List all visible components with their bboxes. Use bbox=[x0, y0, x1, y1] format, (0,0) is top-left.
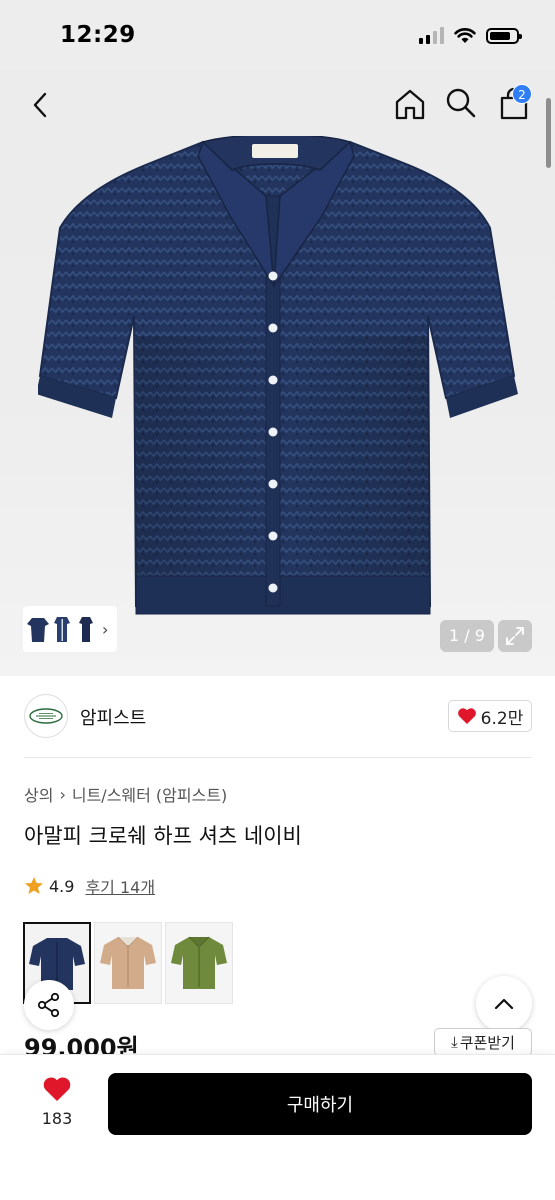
product-title: 아말피 크로쉐 하프 셔츠 네이비 bbox=[24, 824, 302, 848]
thumbnail-image-3[interactable] bbox=[75, 614, 97, 644]
star-icon bbox=[25, 877, 43, 894]
rating-score: 4.9 bbox=[49, 876, 75, 896]
color-option-olive[interactable] bbox=[165, 922, 233, 1004]
product-price: 99,000원 bbox=[24, 1034, 139, 1054]
shop-name[interactable]: 암피스트 bbox=[80, 704, 146, 730]
color-option-beige-image bbox=[95, 923, 161, 1003]
wish-count: 183 bbox=[41, 1109, 73, 1128]
rating-row: 4.9 후기 14개 bbox=[24, 874, 155, 898]
status-bar: 12:29 bbox=[0, 0, 555, 70]
scrollbar[interactable] bbox=[546, 98, 551, 168]
product-gallery[interactable]: 2 › 1 / 9 bbox=[0, 70, 555, 676]
expand-icon bbox=[506, 627, 524, 645]
coupon-label: 쿠폰받기 bbox=[459, 1033, 515, 1052]
heart-icon bbox=[457, 708, 476, 724]
shop-logo-image bbox=[29, 708, 63, 724]
review-count-link[interactable]: 후기 14개 bbox=[85, 874, 155, 898]
shop-like-count: 6.2만 bbox=[480, 708, 524, 729]
wish-button[interactable]: 183 bbox=[30, 1075, 84, 1128]
back-icon[interactable] bbox=[24, 88, 58, 122]
home-icon[interactable] bbox=[392, 86, 428, 122]
chevron-up-icon bbox=[494, 998, 514, 1010]
shop-logo[interactable] bbox=[24, 694, 68, 738]
buy-button[interactable]: 구매하기 bbox=[108, 1073, 532, 1135]
battery-level bbox=[490, 31, 510, 40]
bottom-action-bar: 183 구매하기 bbox=[0, 1054, 555, 1200]
breadcrumb-category[interactable]: 상의 bbox=[24, 782, 53, 806]
color-option-olive-image bbox=[166, 923, 232, 1003]
thumbnail-image-1[interactable] bbox=[27, 614, 49, 644]
divider bbox=[24, 757, 532, 758]
cart-count-badge: 2 bbox=[512, 84, 532, 104]
product-image[interactable] bbox=[38, 136, 518, 636]
shop-like-button[interactable]: 6.2만 bbox=[448, 700, 532, 732]
expand-button[interactable] bbox=[498, 620, 532, 652]
color-option-beige[interactable] bbox=[94, 922, 162, 1004]
status-icons bbox=[419, 27, 522, 44]
coupon-button[interactable]: ⤓ 쿠폰받기 bbox=[434, 1028, 532, 1056]
search-icon[interactable] bbox=[444, 86, 478, 120]
breadcrumb-subcategory[interactable]: 니트/스웨터 (암피스트) bbox=[72, 782, 227, 806]
wifi-icon bbox=[454, 28, 476, 43]
thumbnail-strip[interactable]: › bbox=[23, 606, 117, 652]
breadcrumb: 상의 › 니트/스웨터 (암피스트) bbox=[24, 782, 227, 806]
signal-icon bbox=[419, 27, 444, 44]
share-button[interactable] bbox=[24, 980, 74, 1030]
thumbnail-image-2[interactable] bbox=[51, 614, 73, 644]
image-counter: 1 / 9 bbox=[440, 620, 494, 652]
status-time: 12:29 bbox=[60, 22, 136, 48]
battery-icon bbox=[486, 27, 522, 44]
breadcrumb-separator-icon: › bbox=[59, 784, 66, 804]
chevron-right-icon[interactable]: › bbox=[102, 620, 108, 639]
heart-icon bbox=[43, 1077, 71, 1101]
share-icon bbox=[37, 992, 60, 1018]
download-icon: ⤓ bbox=[451, 1033, 458, 1051]
scroll-top-button[interactable] bbox=[476, 976, 532, 1032]
